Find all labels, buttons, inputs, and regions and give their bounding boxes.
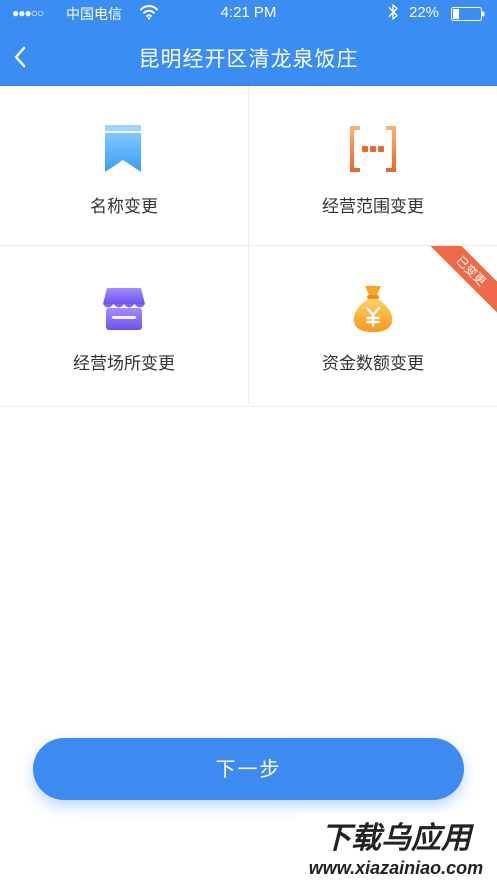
- svg-text:下载乌应用: 下载乌应用: [321, 821, 475, 856]
- option-label: 经营范围变更: [322, 197, 424, 217]
- bookmark-icon: [105, 125, 141, 172]
- storefront-icon: [103, 288, 145, 330]
- battery-percent: 22%: [409, 4, 440, 21]
- badge-label: 已变更: [427, 246, 497, 315]
- option-label: 资金数额变更: [322, 354, 424, 374]
- bluetooth-icon: [388, 4, 398, 20]
- option-premises-change[interactable]: 经营场所变更: [0, 246, 249, 405]
- option-label: 名称变更: [90, 197, 158, 217]
- money-bag-icon: [353, 286, 393, 332]
- watermark-logo: 下载乌应用 www.xiazainiao.com: [296, 812, 497, 883]
- option-capital-change[interactable]: 资金数额变更 已变更: [249, 246, 497, 405]
- next-step-button[interactable]: 下一步: [33, 738, 464, 800]
- app-header: ●●●○○ 中国电信 4:21 PM 22% 昆明经开区清龙泉饭庄: [0, 0, 497, 86]
- change-options-grid: 名称变更 经营范围变更 经营场所变更 资金数额变更 已变更: [0, 86, 497, 407]
- nav-bar: 昆明经开区清龙泉饭庄: [0, 30, 497, 86]
- option-name-change[interactable]: 名称变更: [0, 86, 249, 246]
- brackets-icon: [350, 126, 396, 172]
- option-label: 经营场所变更: [73, 354, 175, 374]
- svg-text:www.xiazainiao.com: www.xiazainiao.com: [309, 858, 483, 878]
- page-title: 昆明经开区清龙泉饭庄: [138, 47, 359, 71]
- changed-badge: 已变更: [427, 246, 497, 316]
- battery-icon: [451, 7, 485, 21]
- option-scope-change[interactable]: 经营范围变更: [249, 86, 497, 246]
- status-bar: ●●●○○ 中国电信 4:21 PM 22%: [0, 0, 497, 30]
